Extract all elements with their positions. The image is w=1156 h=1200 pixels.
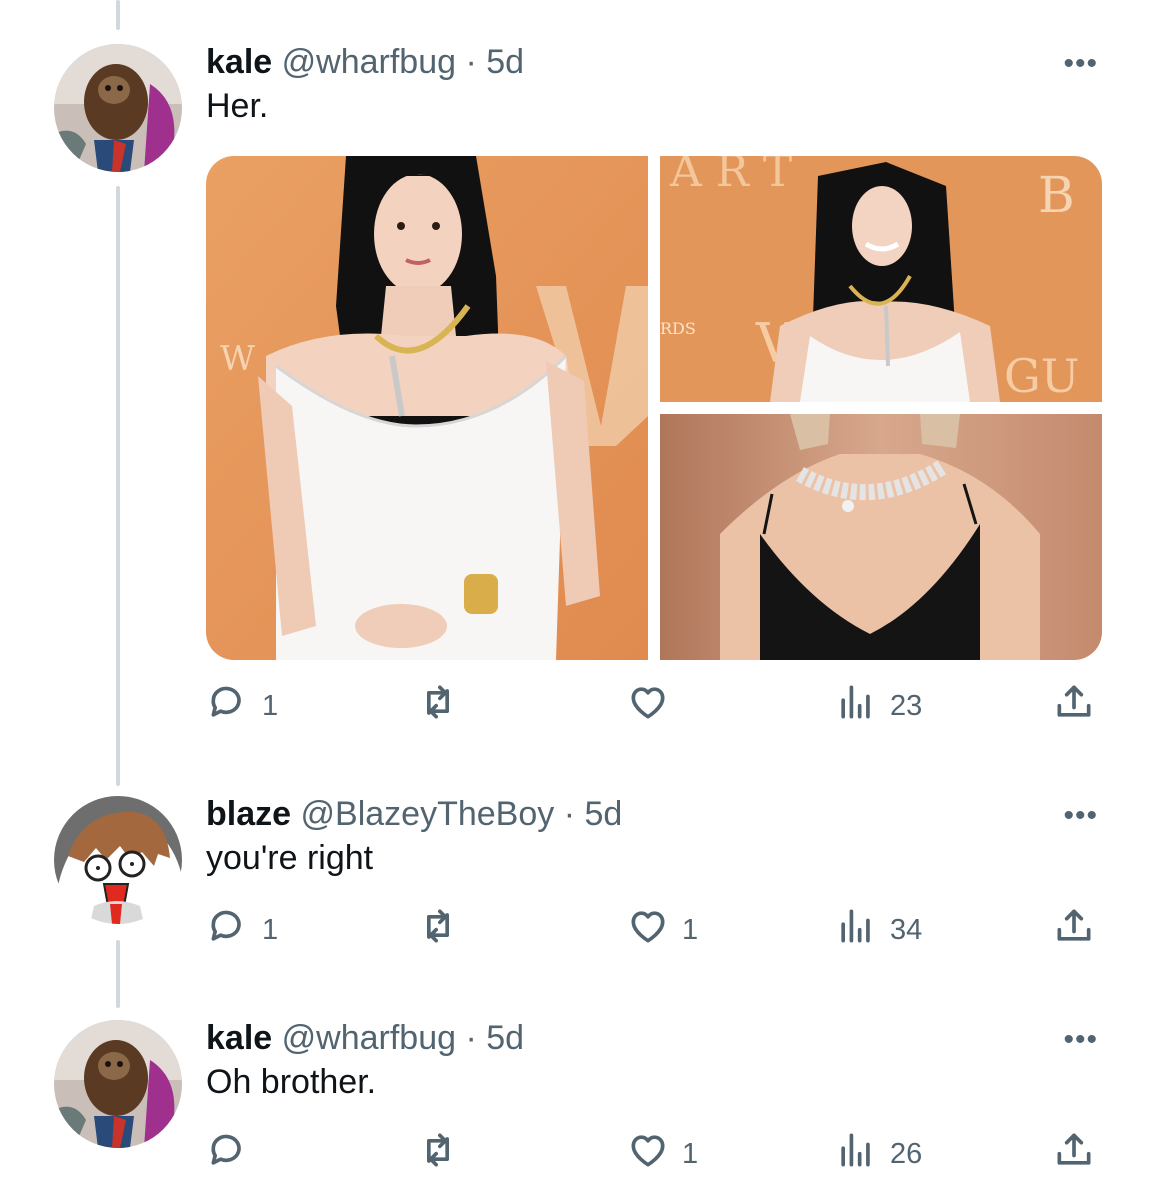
photo-woman-smiling[interactable]: A R T B RDS V GU	[660, 156, 1102, 402]
tweet-text: Her.	[206, 87, 269, 125]
timestamp[interactable]: 5d	[486, 43, 524, 81]
share-icon	[1052, 680, 1096, 732]
share-button[interactable]	[1052, 1130, 1096, 1178]
retweet-icon	[416, 904, 460, 956]
tweet-3[interactable]: kale @wharfbug · 5d Oh brother. ••• 1 26	[0, 1006, 1156, 1200]
timestamp[interactable]: 5d	[584, 795, 622, 833]
retweet-icon	[416, 680, 460, 732]
views-button[interactable]: 34	[834, 906, 922, 954]
share-button[interactable]	[1052, 682, 1096, 730]
retweet-button[interactable]	[416, 1130, 472, 1178]
svg-text:B: B	[1038, 166, 1075, 224]
media-grid: W A R T B RDS V GU	[206, 156, 1102, 660]
reply-icon	[206, 1128, 250, 1180]
svg-text:A R T: A R T	[669, 156, 792, 197]
views-icon	[834, 680, 878, 732]
more-icon[interactable]: •••	[1063, 49, 1098, 79]
reply-button[interactable]: 1	[206, 906, 278, 954]
user-handle[interactable]: @wharfbug	[282, 1019, 456, 1057]
tweet-text: you're right	[206, 839, 374, 877]
tweet-1[interactable]: kale @wharfbug · 5d Her. ••• W A R T B R…	[0, 0, 1156, 760]
views-count: 26	[890, 1137, 923, 1170]
retweet-button[interactable]	[416, 682, 472, 730]
user-handle[interactable]: @BlazeyTheBoy	[301, 795, 555, 833]
svg-text:GU: GU	[1004, 349, 1080, 402]
avatar-blaze[interactable]	[54, 796, 182, 924]
reply-count: 1	[262, 689, 279, 722]
separator-dot: ·	[465, 43, 477, 81]
display-name[interactable]: kale	[206, 43, 272, 81]
reply-count: 1	[262, 913, 279, 946]
display-name[interactable]: kale	[206, 1019, 272, 1057]
photo-black-dress-necklace[interactable]	[660, 414, 1102, 660]
like-count: 1	[682, 1137, 699, 1170]
share-button[interactable]	[1052, 906, 1096, 954]
like-icon	[626, 904, 670, 956]
like-button[interactable]: 1	[626, 906, 698, 954]
views-icon	[834, 1128, 878, 1180]
avatar-kale[interactable]	[54, 1020, 182, 1148]
action-bar: 1 1 34	[206, 906, 1106, 954]
tweet-2[interactable]: blaze @BlazeyTheBoy · 5d you're right ••…	[0, 780, 1156, 980]
more-icon[interactable]: •••	[1063, 1025, 1098, 1055]
share-icon	[1052, 1128, 1096, 1180]
action-bar: 1 26	[206, 1130, 1106, 1178]
retweet-button[interactable]	[416, 906, 472, 954]
like-button[interactable]	[626, 682, 682, 730]
like-icon	[626, 680, 670, 732]
share-icon	[1052, 904, 1096, 956]
retweet-icon	[416, 1128, 460, 1180]
timestamp[interactable]: 5d	[486, 1019, 524, 1057]
reply-icon	[206, 904, 250, 956]
like-count: 1	[682, 913, 699, 946]
reply-button[interactable]: 1	[206, 682, 278, 730]
svg-text:RDS: RDS	[660, 319, 696, 338]
action-bar: 1 23	[206, 682, 1106, 730]
views-count: 34	[890, 913, 923, 946]
like-icon	[626, 1128, 670, 1180]
views-count: 23	[890, 689, 923, 722]
views-button[interactable]: 23	[834, 682, 922, 730]
separator-dot: ·	[563, 795, 576, 833]
reply-icon	[206, 680, 250, 732]
display-name[interactable]: blaze	[206, 795, 291, 833]
separator-dot: ·	[465, 1019, 477, 1057]
user-handle[interactable]: @wharfbug	[282, 43, 456, 81]
photo-woman-white-dress[interactable]: W	[206, 156, 648, 660]
views-button[interactable]: 26	[834, 1130, 922, 1178]
views-icon	[834, 904, 878, 956]
like-button[interactable]: 1	[626, 1130, 698, 1178]
reply-button[interactable]	[206, 1130, 262, 1178]
avatar-kale[interactable]	[54, 44, 182, 172]
svg-text:W: W	[220, 339, 255, 379]
more-icon[interactable]: •••	[1063, 801, 1098, 831]
tweet-text: Oh brother.	[206, 1063, 377, 1101]
